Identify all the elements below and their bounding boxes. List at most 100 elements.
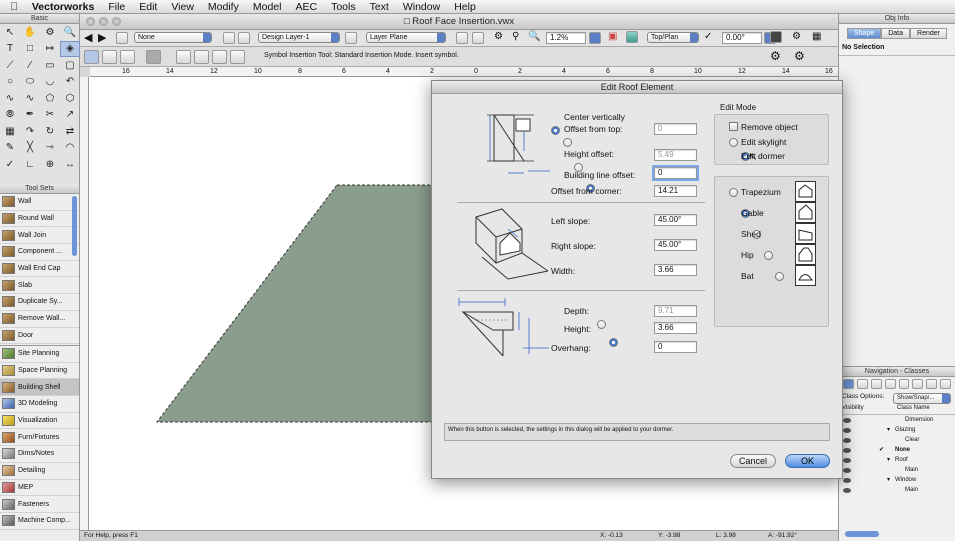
tool-round-wall[interactable]: Round Wall (0, 210, 79, 228)
toolset-mep[interactable]: MEP (0, 479, 79, 497)
nav-layers-icon[interactable] (843, 379, 854, 389)
tool-wall-end-cap[interactable]: Wall End Cap (0, 260, 79, 278)
class-list-item[interactable]: ✔ None (839, 445, 955, 455)
fillet-tool-icon[interactable]: ◠ (60, 140, 80, 157)
zoom-dropdown-icon[interactable] (589, 32, 601, 44)
menu-model[interactable]: Model (246, 1, 289, 13)
zoom-window-button[interactable] (112, 17, 121, 26)
clip-tool-icon[interactable]: ✎ (0, 140, 20, 157)
preferences-icon[interactable]: ⚙ (770, 49, 781, 63)
expand-arrow-icon[interactable]: ▾ (887, 475, 890, 485)
visibility-eye-icon[interactable] (843, 448, 851, 453)
align-center-icon[interactable] (194, 50, 209, 64)
menu-window[interactable]: Window (396, 1, 447, 13)
toolset-site-planning[interactable]: Site Planning (0, 346, 79, 363)
ok-button[interactable]: OK (785, 454, 830, 468)
toolset-furn-fixtures[interactable]: Furn/Fixtures (0, 429, 79, 447)
menu-edit[interactable]: Edit (132, 1, 164, 13)
col-class-name[interactable]: Class Name (897, 405, 930, 411)
layer-stack-icon[interactable] (223, 32, 235, 44)
zoom-field[interactable]: 1.2% (546, 32, 586, 44)
nav-references-icon[interactable] (898, 379, 910, 389)
connect-tool-icon[interactable]: ⇾ (40, 140, 60, 157)
tool-slab[interactable]: Slab (0, 277, 79, 295)
class-options-select[interactable]: Show/Snap/... (893, 393, 951, 404)
menu-aec[interactable]: AEC (288, 1, 324, 13)
class-list-item[interactable]: ▾ Window (839, 475, 955, 485)
measure-tool-icon[interactable]: ↔ (60, 156, 80, 173)
cancel-button[interactable]: Cancel (730, 454, 776, 468)
page-layout-icon[interactable] (770, 31, 782, 43)
building-line-offset-field[interactable]: 0 (652, 165, 699, 181)
nav-scrollbar[interactable] (845, 531, 879, 537)
locus-tool-icon[interactable]: ⊕ (40, 156, 60, 173)
reshape-tool-icon[interactable]: ↗ (60, 107, 80, 124)
apple-menu-icon[interactable]:  (0, 1, 25, 13)
expand-arrow-icon[interactable]: ▾ (887, 425, 890, 435)
dormer-hip-radio[interactable] (763, 251, 773, 261)
toolset-dims-notes[interactable]: Dims/Notes (0, 446, 79, 463)
zoom-tool-icon[interactable]: 🔍 (60, 24, 80, 41)
menu-modify[interactable]: Modify (201, 1, 246, 13)
text-tool-icon[interactable]: T (0, 41, 20, 58)
grid-tool-icon[interactable]: ▦ (0, 123, 20, 140)
insertion-mode-wall-icon[interactable] (120, 50, 135, 64)
nav-sheets-icon[interactable] (884, 379, 896, 389)
zoom-fit-icon[interactable] (456, 32, 468, 44)
tab-render[interactable]: Render (910, 27, 947, 39)
dimension-tool-icon[interactable]: ↦ (40, 41, 60, 58)
freehand-tool-icon[interactable]: ∿ (0, 90, 20, 107)
back-view-icon[interactable]: ◀ (84, 31, 92, 44)
chamfer-tool-icon[interactable]: ∟ (20, 156, 40, 173)
col-visibility[interactable]: Visibility (842, 405, 864, 411)
rotate-tool-icon[interactable]: ↻ (40, 123, 60, 140)
offset-from-corner-field[interactable]: 14.21 (654, 185, 697, 197)
align-right-icon[interactable] (212, 50, 227, 64)
visibility-eye-icon[interactable] (843, 428, 851, 433)
left-slope-field[interactable]: 45.00° (654, 214, 697, 226)
toolset-detailing[interactable]: Detailing (0, 462, 79, 480)
nav-new-icon[interactable] (912, 379, 924, 389)
class-list-item[interactable]: ▾ Roof (839, 455, 955, 465)
line-tool-icon[interactable]: ⟋ (0, 57, 20, 74)
mirror-tool-icon[interactable]: ⇄ (60, 123, 80, 140)
polygon-tool-icon[interactable]: ⬠ (40, 90, 60, 107)
toolset-building-shell[interactable]: Building Shell (0, 379, 79, 397)
tool-component[interactable]: Component ... (0, 244, 79, 261)
symbol-insert-tool-icon[interactable]: ◈ (60, 40, 80, 57)
toolset-fasteners[interactable]: Fasteners (0, 496, 79, 513)
pan-tool-icon[interactable]: ✋ (20, 24, 40, 41)
expand-arrow-icon[interactable]: ▾ (887, 455, 890, 465)
menu-help[interactable]: Help (447, 1, 483, 13)
class-list-item[interactable]: Dimension (839, 415, 955, 425)
tool-list-scrollbar[interactable] (72, 196, 77, 256)
arc-tool-icon[interactable]: ◡ (40, 74, 60, 91)
tool-duplicate-symbol[interactable]: Duplicate Sy... (0, 294, 79, 311)
menu-file[interactable]: File (101, 1, 132, 13)
visibility-eye-icon[interactable] (843, 468, 851, 473)
right-slope-field[interactable]: 45.00° (654, 239, 697, 251)
visibility-eye-icon[interactable] (843, 488, 851, 493)
nav-views-icon[interactable] (870, 379, 882, 389)
circle-tool-icon[interactable]: ○ (0, 74, 20, 91)
double-line-tool-icon[interactable]: ∕ (20, 57, 40, 74)
depth-field[interactable]: 9.71 (654, 305, 697, 317)
class-list-item[interactable]: Clear (839, 435, 955, 445)
close-window-button[interactable] (86, 17, 95, 26)
alignment-icon[interactable] (146, 50, 161, 64)
plane-select[interactable]: Layer Plane (366, 32, 446, 43)
tab-shape[interactable]: Shape (846, 27, 882, 39)
roof-face-shape[interactable] (155, 184, 450, 423)
menu-app[interactable]: Vectorworks (25, 1, 101, 13)
remove-object-checkbox[interactable] (729, 122, 738, 131)
dormer-trapezium-radio[interactable] (729, 188, 738, 198)
zoom-magnifier-icon[interactable]: ⚲ (512, 31, 519, 42)
rounded-rect-tool-icon[interactable]: ▢ (60, 57, 80, 74)
insertion-mode-standard-icon[interactable] (84, 50, 99, 64)
visibility-eye-icon[interactable] (843, 438, 851, 443)
snap-settings-icon[interactable]: ⚙ (792, 31, 801, 42)
menu-view[interactable]: View (164, 1, 201, 13)
center-vertically-radio[interactable] (551, 126, 560, 136)
view-select[interactable]: Top/Plan (647, 32, 699, 43)
tab-data[interactable]: Data (881, 27, 911, 39)
